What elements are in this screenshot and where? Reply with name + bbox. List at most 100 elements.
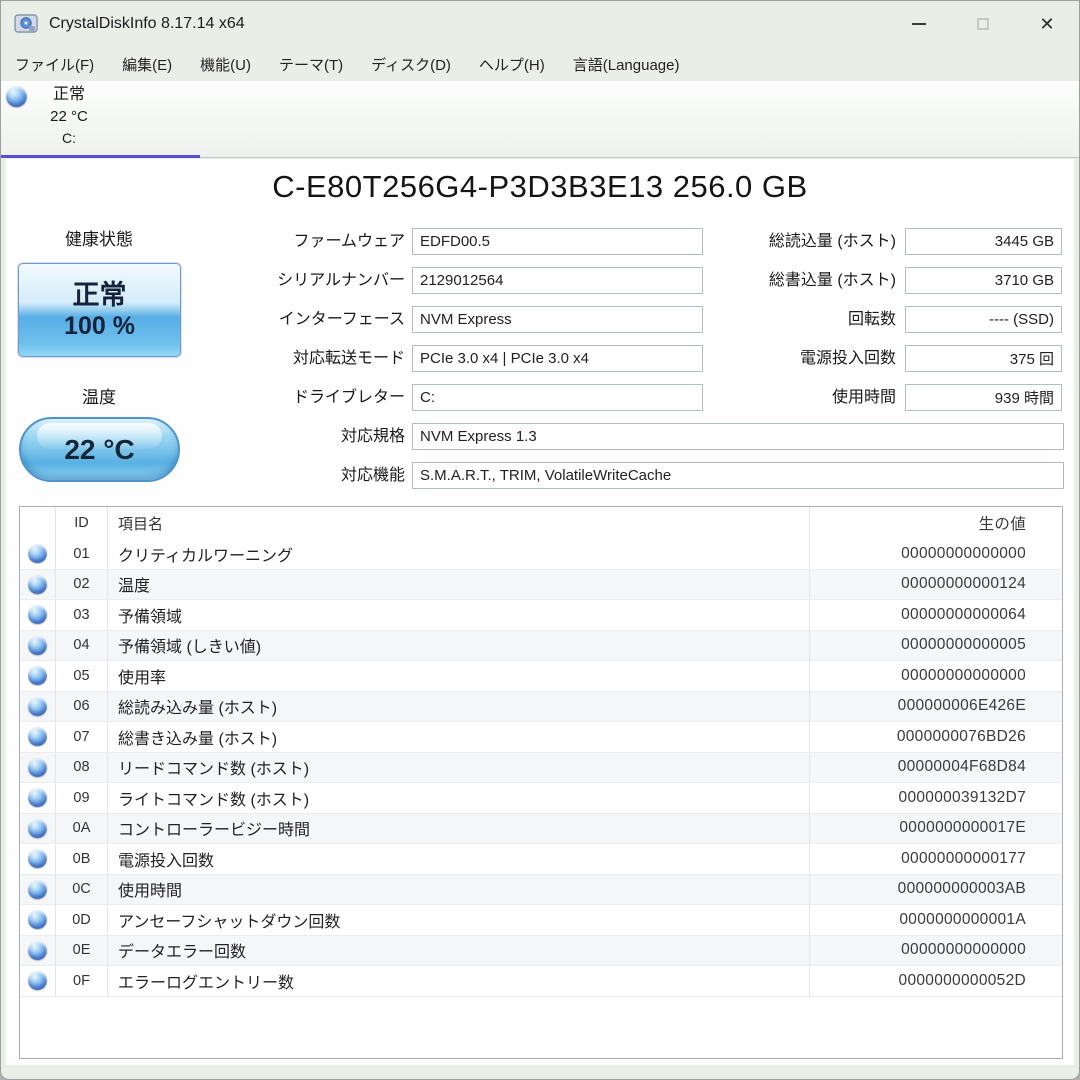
smart-row-id: 03 bbox=[56, 600, 108, 630]
row-status-orb-icon bbox=[20, 661, 56, 691]
smart-table-header: ID 項目名 生の値 bbox=[20, 507, 1062, 539]
smart-row-id: 02 bbox=[56, 570, 108, 600]
selected-disk-underline bbox=[1, 155, 200, 158]
smart-row[interactable]: 05使用率00000000000000 bbox=[20, 661, 1062, 692]
smart-row-id: 07 bbox=[56, 722, 108, 752]
smart-row-raw-value: 0000000000001A bbox=[810, 905, 1062, 935]
smart-row-raw-value: 00000000000124 bbox=[810, 570, 1062, 600]
smart-row[interactable]: 03予備領域00000000000064 bbox=[20, 600, 1062, 631]
minimize-button[interactable] bbox=[887, 1, 951, 47]
main-panel: C-E80T256G4-P3D3B3E13 256.0 GB 健康状態 正常 1… bbox=[6, 159, 1074, 1065]
row-status-orb-icon bbox=[20, 600, 56, 630]
close-icon: ✕ bbox=[1039, 14, 1054, 35]
smart-row-raw-value: 0000000000052D bbox=[810, 966, 1062, 996]
smart-row[interactable]: 01クリティカルワーニング00000000000000 bbox=[20, 539, 1062, 570]
row-status-orb-icon bbox=[20, 936, 56, 966]
field-value-drive-letter: C: bbox=[412, 384, 703, 411]
disk-tab-status: 正常 bbox=[53, 83, 85, 106]
row-status-orb-icon bbox=[20, 722, 56, 752]
smart-row[interactable]: 09ライトコマンド数 (ホスト)000000039132D7 bbox=[20, 783, 1062, 814]
smart-header-status-col bbox=[20, 507, 56, 539]
smart-row-id: 0B bbox=[56, 844, 108, 874]
smart-row-id: 0C bbox=[56, 875, 108, 905]
menu-function[interactable]: 機能(U) bbox=[200, 54, 251, 75]
row-status-orb-icon bbox=[20, 844, 56, 874]
smart-row[interactable]: 0B電源投入回数00000000000177 bbox=[20, 844, 1062, 875]
disk-tab-temperature: 22 °C bbox=[50, 106, 88, 128]
smart-row[interactable]: 08リードコマンド数 (ホスト)00000004F68D84 bbox=[20, 753, 1062, 784]
smart-row-raw-value: 00000000000000 bbox=[810, 936, 1062, 966]
title-bar[interactable]: CrystalDiskInfo 8.17.14 x64 ✕ bbox=[1, 1, 1079, 47]
smart-row-raw-value: 00000000000000 bbox=[810, 661, 1062, 691]
smart-row-raw-value: 00000000000064 bbox=[810, 600, 1062, 630]
smart-header-name: 項目名 bbox=[108, 507, 810, 539]
close-button[interactable]: ✕ bbox=[1015, 1, 1079, 47]
menu-disk[interactable]: ディスク(D) bbox=[371, 54, 451, 75]
smart-row-id: 09 bbox=[56, 783, 108, 813]
smart-row-id: 0D bbox=[56, 905, 108, 935]
smart-row-raw-value: 00000000000177 bbox=[810, 844, 1062, 874]
row-status-orb-icon bbox=[20, 631, 56, 661]
field-value-interface: NVM Express bbox=[412, 306, 703, 333]
field-label-power-on-count: 電源投入回数 bbox=[800, 345, 896, 372]
drive-model-title: C-E80T256G4-P3D3B3E13 256.0 GB bbox=[6, 169, 1074, 205]
smart-row-raw-value: 000000039132D7 bbox=[810, 783, 1062, 813]
smart-row-name: 予備領域 (しきい値) bbox=[108, 631, 810, 661]
menu-file[interactable]: ファイル(F) bbox=[15, 54, 94, 75]
field-label-drive-letter: ドライブレター bbox=[293, 384, 405, 411]
smart-row-raw-value: 0000000076BD26 bbox=[810, 722, 1062, 752]
field-label-interface: インターフェース bbox=[279, 306, 405, 333]
smart-row-name: 総書き込み量 (ホスト) bbox=[108, 722, 810, 752]
smart-row[interactable]: 0C使用時間000000000003AB bbox=[20, 875, 1062, 906]
menu-theme[interactable]: テーマ(T) bbox=[279, 54, 343, 75]
row-status-orb-icon bbox=[20, 875, 56, 905]
smart-row-id: 0F bbox=[56, 966, 108, 996]
smart-row-name: リードコマンド数 (ホスト) bbox=[108, 753, 810, 783]
field-value-serial: 2129012564 bbox=[412, 267, 703, 294]
smart-row[interactable]: 0Eデータエラー回数00000000000000 bbox=[20, 936, 1062, 967]
field-label-host-writes: 総書込量 (ホスト) bbox=[769, 267, 896, 294]
field-label-standard: 対応規格 bbox=[341, 423, 405, 450]
field-label-features: 対応機能 bbox=[341, 462, 405, 489]
health-section-label: 健康状態 bbox=[16, 225, 182, 250]
disk-tab-c[interactable]: 正常 22 °C C: bbox=[1, 81, 201, 157]
menu-language[interactable]: 言語(Language) bbox=[573, 54, 680, 75]
temperature-button[interactable]: 22 °C bbox=[19, 417, 180, 482]
smart-row-name: 総読み込み量 (ホスト) bbox=[108, 692, 810, 722]
smart-table: ID 項目名 生の値 01クリティカルワーニング0000000000000002… bbox=[19, 506, 1063, 1059]
smart-row-id: 06 bbox=[56, 692, 108, 722]
field-value-power-on-count: 375 回 bbox=[905, 345, 1062, 372]
smart-row-name: データエラー回数 bbox=[108, 936, 810, 966]
smart-row[interactable]: 0Fエラーログエントリー数0000000000052D bbox=[20, 966, 1062, 997]
field-value-power-on-hours: 939 時間 bbox=[905, 384, 1062, 411]
smart-row-id: 0E bbox=[56, 936, 108, 966]
smart-row-name: 使用率 bbox=[108, 661, 810, 691]
smart-header-raw: 生の値 bbox=[810, 507, 1062, 539]
app-window: CrystalDiskInfo 8.17.14 x64 ✕ ファイル(F) 編集… bbox=[0, 0, 1080, 1080]
smart-row[interactable]: 07総書き込み量 (ホスト)0000000076BD26 bbox=[20, 722, 1062, 753]
smart-row-raw-value: 00000004F68D84 bbox=[810, 753, 1062, 783]
menu-edit[interactable]: 編集(E) bbox=[122, 54, 172, 75]
smart-row-name: 温度 bbox=[108, 570, 810, 600]
field-label-transfer-mode: 対応転送モード bbox=[293, 345, 405, 372]
smart-row-name: ライトコマンド数 (ホスト) bbox=[108, 783, 810, 813]
smart-row-name: エラーログエントリー数 bbox=[108, 966, 810, 996]
health-status-button[interactable]: 正常 100 % bbox=[18, 263, 181, 357]
smart-row-id: 0A bbox=[56, 814, 108, 844]
smart-row-raw-value: 0000000000017E bbox=[810, 814, 1062, 844]
minimize-icon bbox=[912, 23, 926, 25]
maximize-button[interactable] bbox=[951, 1, 1015, 47]
smart-header-id: ID bbox=[56, 507, 108, 539]
row-status-orb-icon bbox=[20, 753, 56, 783]
smart-row[interactable]: 06総読み込み量 (ホスト)000000006E426E bbox=[20, 692, 1062, 723]
row-status-orb-icon bbox=[20, 905, 56, 935]
smart-row[interactable]: 04予備領域 (しきい値)00000000000005 bbox=[20, 631, 1062, 662]
smart-row-raw-value: 00000000000000 bbox=[810, 539, 1062, 569]
smart-row[interactable]: 0Dアンセーフシャットダウン回数0000000000001A bbox=[20, 905, 1062, 936]
menu-help[interactable]: ヘルプ(H) bbox=[479, 54, 545, 75]
field-value-features: S.M.A.R.T., TRIM, VolatileWriteCache bbox=[412, 462, 1064, 489]
smart-row-name: 使用時間 bbox=[108, 875, 810, 905]
smart-row-name: コントローラービジー時間 bbox=[108, 814, 810, 844]
smart-row[interactable]: 02温度00000000000124 bbox=[20, 570, 1062, 601]
smart-row[interactable]: 0Aコントローラービジー時間0000000000017E bbox=[20, 814, 1062, 845]
